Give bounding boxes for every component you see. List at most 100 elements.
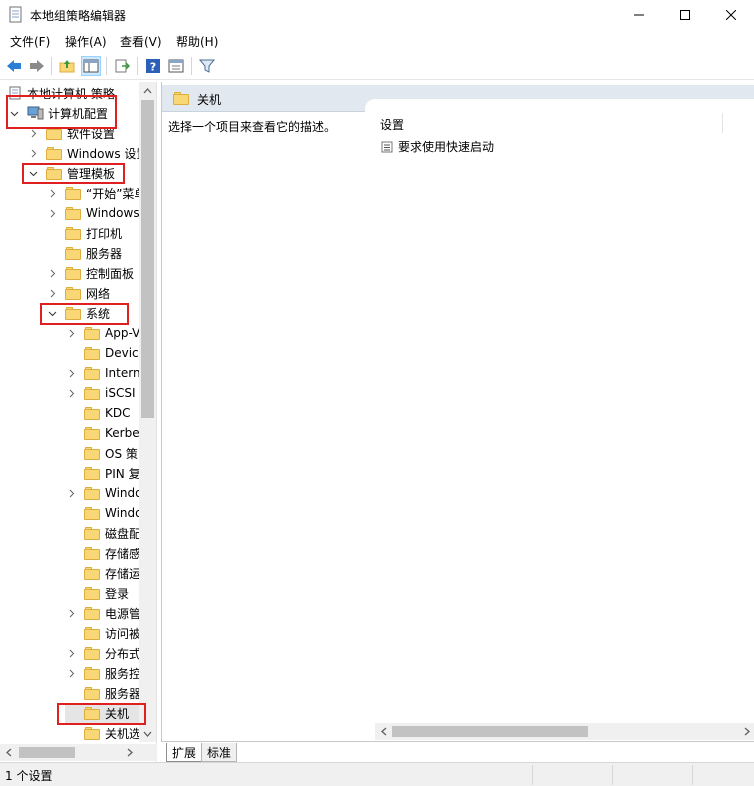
- up-folder-button[interactable]: [57, 56, 77, 76]
- tree-item-software-settings[interactable]: 软件设置: [27, 123, 115, 143]
- properties-button[interactable]: [166, 56, 186, 76]
- tree-item-system-child[interactable]: 服务控: [65, 663, 141, 683]
- policy-setting-icon: [381, 141, 393, 152]
- folder-icon: [84, 586, 100, 600]
- tree-item-system-child[interactable]: 电源管: [65, 603, 141, 623]
- tab-label: 扩展: [172, 745, 197, 760]
- settings-panel-corner: [365, 99, 754, 119]
- tab-extended[interactable]: 扩展: [166, 743, 203, 762]
- scroll-down-arrow-icon[interactable]: [139, 725, 156, 742]
- scroll-right-arrow-icon[interactable]: [121, 744, 138, 761]
- tree-horizontal-scrollbar[interactable]: [0, 744, 157, 761]
- menu-action[interactable]: 操作(A): [65, 33, 107, 50]
- tree-item-label: 网络: [86, 286, 111, 301]
- chevron-right-icon[interactable]: [46, 187, 58, 199]
- scroll-right-arrow-icon[interactable]: [738, 723, 754, 740]
- forward-arrow-icon: [30, 60, 44, 72]
- tree-item-system-child[interactable]: Windo: [65, 503, 143, 523]
- tree-item-label: PIN 复: [105, 466, 141, 481]
- chevron-right-icon[interactable]: [65, 607, 77, 619]
- tree-item-system-child[interactable]: Device: [65, 343, 146, 363]
- tree-item-label: 服务器: [105, 686, 142, 701]
- column-divider[interactable]: [722, 113, 723, 133]
- tab-label: 标准: [207, 745, 232, 760]
- minimize-button[interactable]: [616, 0, 662, 30]
- tree-item-network[interactable]: 网络: [46, 283, 110, 303]
- tree-item-windows-components[interactable]: Windows: [46, 203, 140, 223]
- chevron-right-icon[interactable]: [46, 267, 58, 279]
- tree-item-windows-settings[interactable]: Windows 设置: [27, 143, 148, 163]
- chevron-right-icon[interactable]: [65, 387, 77, 399]
- minimize-icon: [634, 14, 644, 16]
- folder-icon: [84, 726, 100, 740]
- tree-item-start-menu[interactable]: “开始”菜单: [46, 183, 146, 203]
- forward-button[interactable]: [27, 56, 47, 76]
- tree-item-system-child[interactable]: 存储感: [65, 543, 141, 563]
- tree-item-root[interactable]: 本地计算机 策略: [8, 83, 115, 103]
- folder-icon: [84, 526, 100, 540]
- tree-item-system-child[interactable]: OS 策: [65, 443, 138, 463]
- setting-row-fast-startup[interactable]: 要求使用快速启动: [381, 138, 494, 155]
- tree-item-system-child[interactable]: KDC: [65, 403, 131, 423]
- scroll-up-arrow-icon[interactable]: [139, 82, 156, 99]
- tree-item-shutdown-selected[interactable]: 关机: [65, 703, 144, 723]
- tree-item-system-child[interactable]: 磁盘配: [65, 523, 141, 543]
- filter-button[interactable]: [197, 56, 217, 76]
- tree-item-system-child[interactable]: 分布式: [65, 643, 141, 663]
- chevron-down-icon[interactable]: [46, 307, 58, 319]
- folder-icon: [84, 706, 100, 720]
- tree-item-label: OS 策: [105, 446, 138, 461]
- scroll-thumb[interactable]: [392, 726, 588, 737]
- tree-item-system-child[interactable]: 存储运: [65, 563, 141, 583]
- tree-item-admin-templates[interactable]: 管理模板: [27, 163, 115, 183]
- help-button[interactable]: ?: [143, 56, 163, 76]
- tree-item-system-child[interactable]: iSCSI: [65, 383, 136, 403]
- folder-icon: [84, 546, 100, 560]
- tree-item-system[interactable]: 系统: [46, 303, 110, 323]
- window-title: 本地组策略编辑器: [30, 9, 127, 23]
- scroll-left-arrow-icon[interactable]: [375, 723, 392, 740]
- menu-file[interactable]: 文件(F): [10, 33, 50, 50]
- tree-item-printers[interactable]: 打印机: [46, 223, 122, 243]
- export-list-button[interactable]: [112, 56, 132, 76]
- back-button[interactable]: [4, 56, 24, 76]
- chevron-right-icon[interactable]: [65, 667, 77, 679]
- scroll-thumb[interactable]: [141, 100, 154, 418]
- maximize-icon: [680, 10, 690, 20]
- chevron-right-icon[interactable]: [65, 367, 77, 379]
- chevron-right-icon[interactable]: [46, 287, 58, 299]
- tree-item-system-child[interactable]: Windo: [65, 483, 143, 503]
- chevron-right-icon[interactable]: [27, 147, 39, 159]
- chevron-right-icon[interactable]: [46, 207, 58, 219]
- menu-help[interactable]: 帮助(H): [176, 33, 218, 50]
- chevron-right-icon[interactable]: [65, 487, 77, 499]
- tree-item-system-child[interactable]: 服务器: [65, 683, 141, 703]
- folder-icon: [84, 366, 100, 380]
- chevron-down-icon[interactable]: [8, 107, 20, 119]
- details-horizontal-scrollbar[interactable]: [375, 723, 754, 740]
- tree-item-control-panel[interactable]: 控制面板: [46, 263, 134, 283]
- tree-item-system-child[interactable]: Kerbe: [65, 423, 140, 443]
- tree-item-system-child[interactable]: 访问被: [65, 623, 141, 643]
- tree-item-system-child[interactable]: App-V: [65, 323, 140, 343]
- scroll-thumb[interactable]: [19, 747, 75, 758]
- chevron-down-icon[interactable]: [27, 167, 39, 179]
- menu-view[interactable]: 查看(V): [120, 33, 162, 50]
- maximize-button[interactable]: [662, 0, 708, 30]
- tree-item-server[interactable]: 服务器: [46, 243, 122, 263]
- chevron-right-icon[interactable]: [65, 647, 77, 659]
- scroll-left-arrow-icon[interactable]: [0, 744, 17, 761]
- chevron-right-icon[interactable]: [65, 327, 77, 339]
- tree-item-system-child[interactable]: Intern: [65, 363, 141, 383]
- tree-item-system-child[interactable]: PIN 复: [65, 463, 141, 483]
- tree-item-system-child[interactable]: 登录: [65, 583, 129, 603]
- chevron-right-icon[interactable]: [27, 127, 39, 139]
- folder-icon: [46, 166, 62, 180]
- tree-item-system-child[interactable]: 关机选: [65, 723, 141, 743]
- close-button[interactable]: [708, 0, 754, 30]
- show-hide-tree-button[interactable]: [81, 56, 101, 76]
- tree-vertical-scrollbar[interactable]: [139, 82, 156, 742]
- tree-item-computer-config[interactable]: 计算机配置: [8, 103, 108, 123]
- tab-standard[interactable]: 标准: [201, 743, 238, 762]
- tree-item-label: 服务器: [86, 246, 123, 261]
